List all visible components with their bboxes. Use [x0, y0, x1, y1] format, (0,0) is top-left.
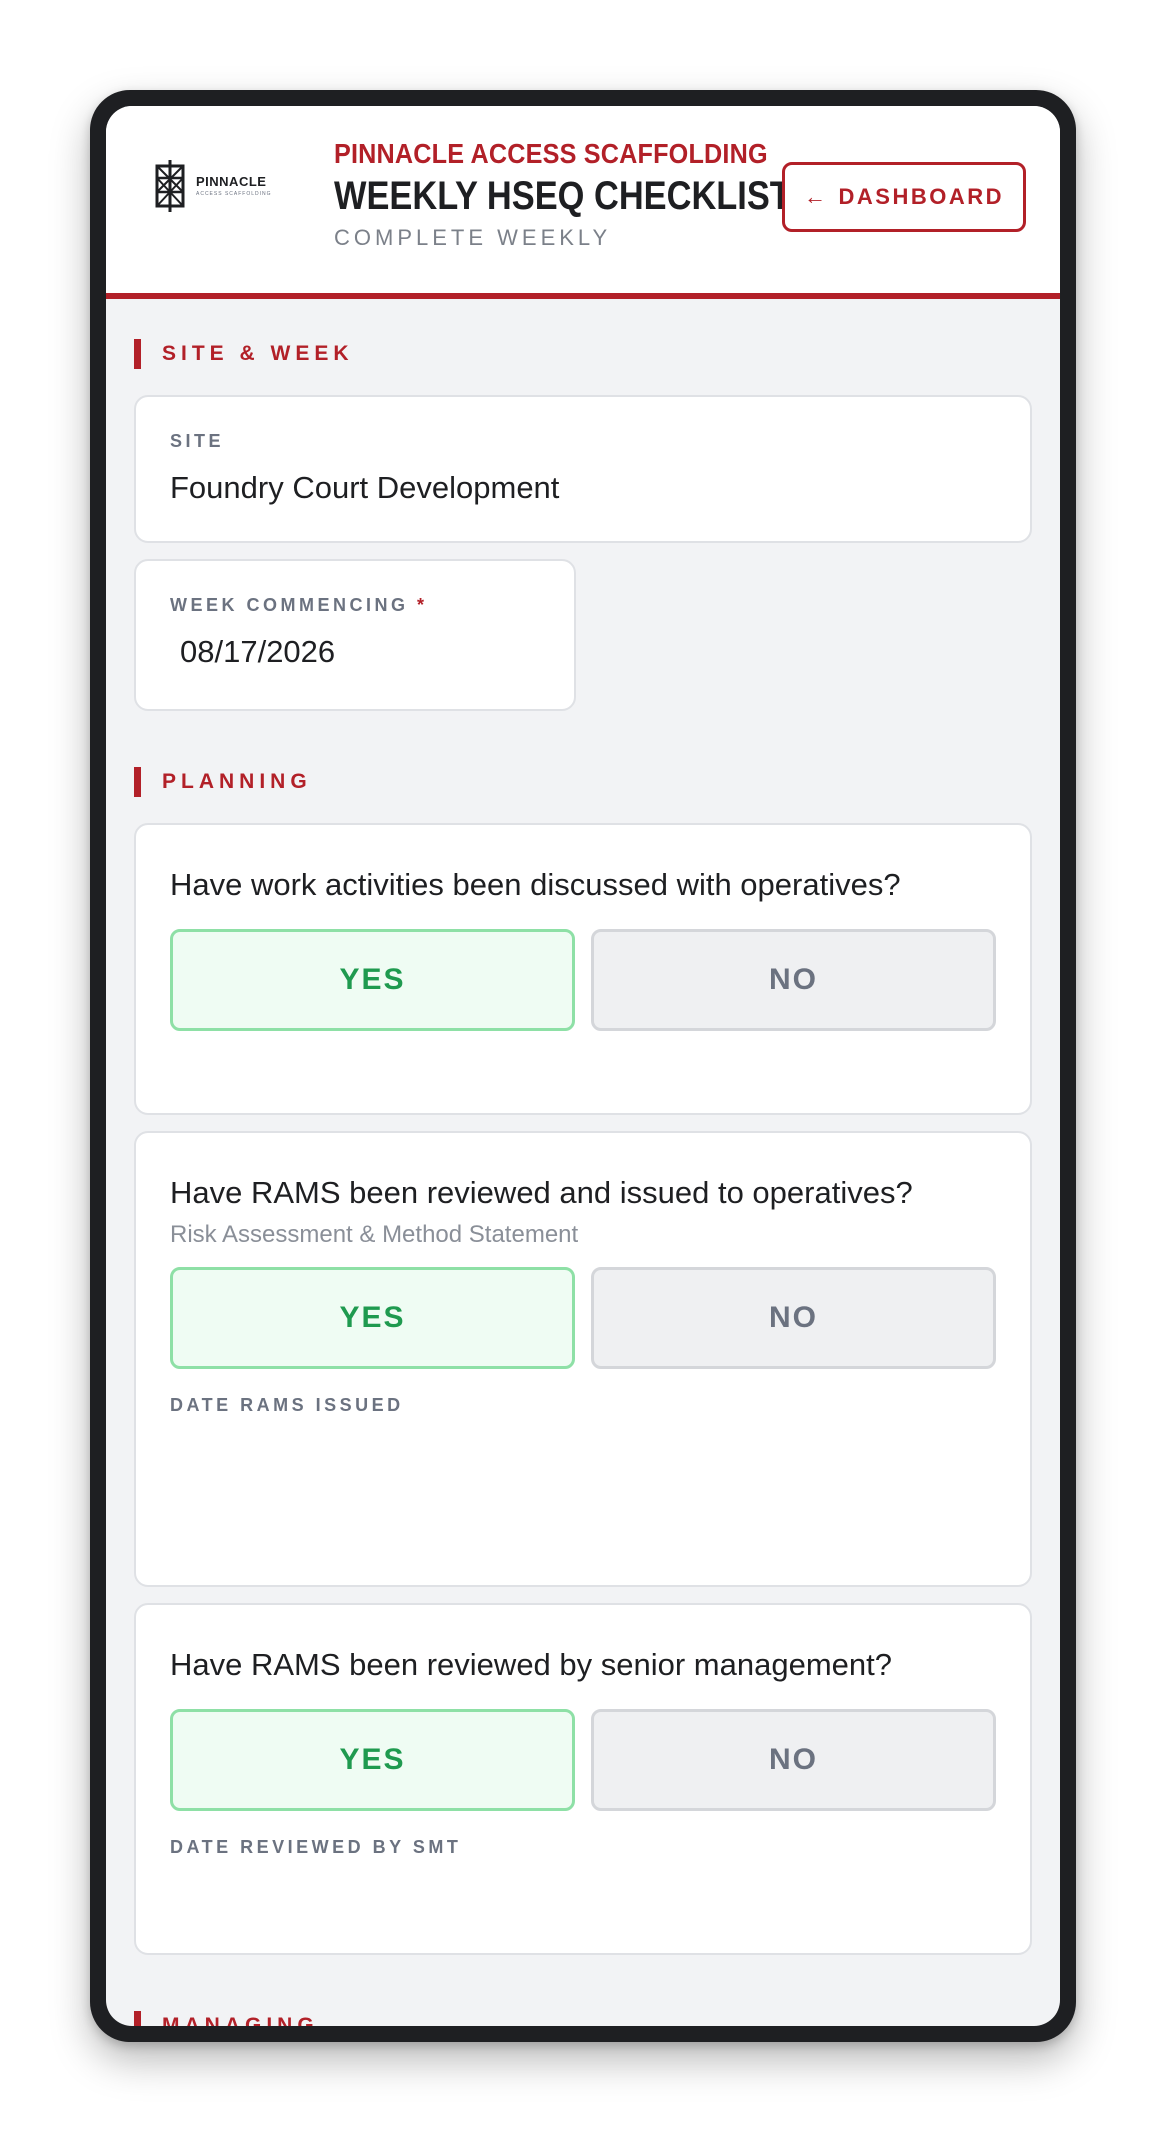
logo-tagline: ACCESS SCAFFOLDING	[196, 191, 272, 197]
header-titles: PINNACLE ACCESS SCAFFOLDING WEEKLY HSEQ …	[334, 138, 791, 251]
week-commencing-field[interactable]: WEEK COMMENCING * 08/17/2026	[134, 559, 576, 711]
page-header: PINNACLE ACCESS SCAFFOLDING PINNACLE ACC…	[106, 106, 1060, 299]
yes-no-toggle: YES NO	[170, 929, 996, 1031]
app-screen: PINNACLE ACCESS SCAFFOLDING PINNACLE ACC…	[106, 106, 1060, 2026]
yes-button[interactable]: YES	[170, 1267, 575, 1369]
no-button[interactable]: NO	[591, 1709, 996, 1811]
no-button[interactable]: NO	[591, 1267, 996, 1369]
company-logo: PINNACLE ACCESS SCAFFOLDING	[152, 158, 302, 214]
week-commencing-label-text: WEEK COMMENCING	[170, 595, 409, 615]
yes-button[interactable]: YES	[170, 1709, 575, 1811]
question-card: Have RAMS been reviewed and issued to op…	[134, 1131, 1032, 1587]
dashboard-button[interactable]: ← DASHBOARD	[782, 162, 1026, 232]
date-reviewed-smt-label: DATE REVIEWED BY SMT	[170, 1837, 462, 1857]
site-value: Foundry Court Development	[170, 470, 560, 505]
section-heading-managing: MANAGING	[134, 2011, 1032, 2026]
date-rams-issued-label: DATE RAMS ISSUED	[170, 1395, 404, 1415]
yes-no-toggle: YES NO	[170, 1267, 996, 1369]
question-card: Have work activities been discussed with…	[134, 823, 1032, 1115]
yes-button[interactable]: YES	[170, 929, 575, 1031]
dashboard-button-label: DASHBOARD	[838, 184, 1004, 209]
page-subtitle: COMPLETE WEEKLY	[334, 225, 612, 250]
page-title: WEEKLY HSEQ CHECKLIST	[334, 174, 791, 218]
question-text: Have work activities been discussed with…	[170, 867, 901, 902]
device-frame: PINNACLE ACCESS SCAFFOLDING PINNACLE ACC…	[90, 90, 1076, 2042]
arrow-left-icon: ←	[804, 184, 829, 209]
section-heading-site-week: SITE & WEEK	[134, 339, 1032, 369]
question-text: Have RAMS been reviewed and issued to op…	[170, 1175, 913, 1210]
question-hint: Risk Assessment & Method Statement	[170, 1221, 579, 1248]
site-label: SITE	[170, 431, 225, 451]
question-card: Have RAMS been reviewed by senior manage…	[134, 1603, 1032, 1955]
company-name: PINNACLE ACCESS SCAFFOLDING	[334, 138, 768, 169]
required-marker: *	[417, 595, 428, 615]
question-text: Have RAMS been reviewed by senior manage…	[170, 1647, 892, 1682]
site-field[interactable]: SITE Foundry Court Development	[134, 395, 1032, 543]
week-commencing-label: WEEK COMMENCING *	[170, 595, 540, 616]
yes-no-toggle: YES NO	[170, 1709, 996, 1811]
scaffold-logo-icon	[155, 160, 185, 212]
logo-name: PINNACLE	[196, 174, 267, 189]
section-heading-planning: PLANNING	[134, 767, 1032, 797]
form-content: SITE & WEEK SITE Foundry Court Developme…	[134, 299, 1032, 2026]
week-commencing-value[interactable]: 08/17/2026	[170, 634, 540, 670]
no-button[interactable]: NO	[591, 929, 996, 1031]
